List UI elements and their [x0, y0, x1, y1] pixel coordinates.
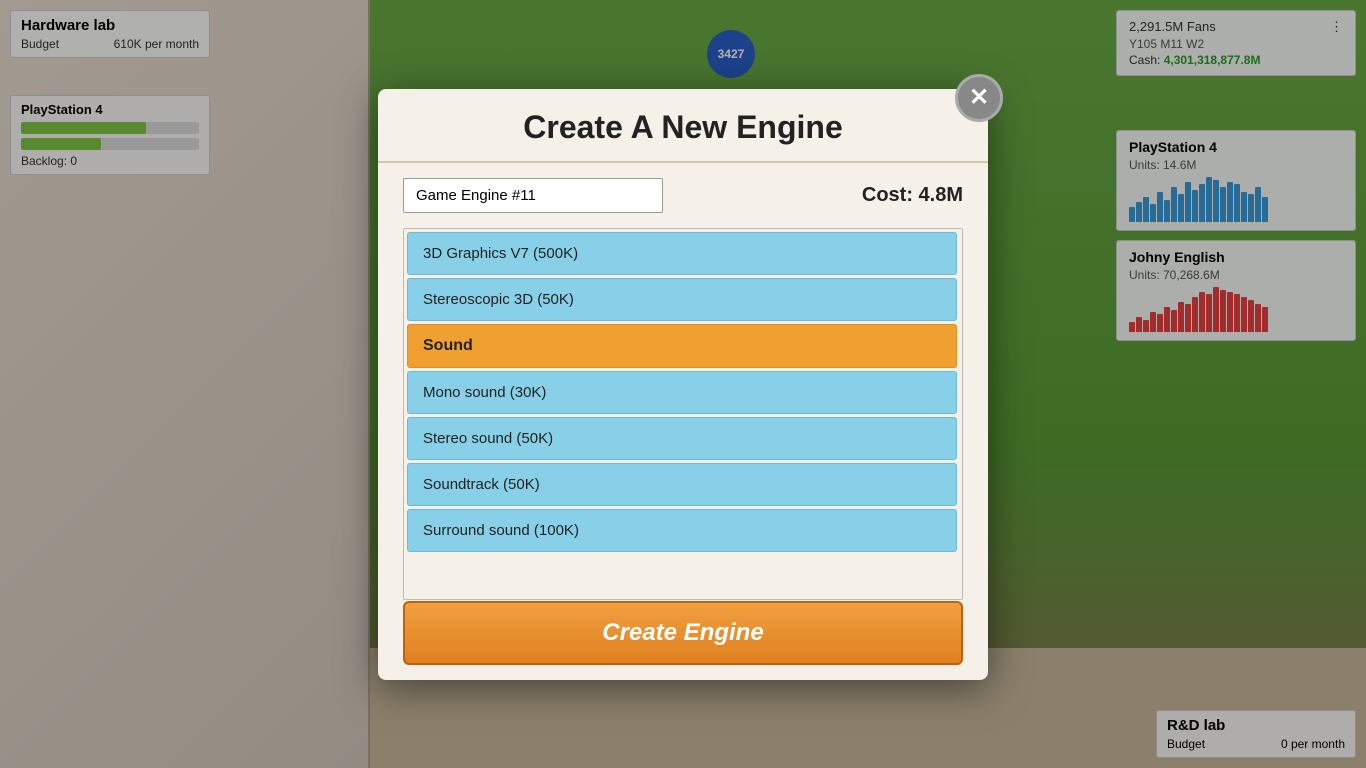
modal-header: Create A New Engine: [378, 89, 988, 163]
feature-list-container: 3D Graphics V7 (500K)Stereoscopic 3D (50…: [403, 228, 963, 600]
feature-item[interactable]: Stereoscopic 3D (50K): [407, 278, 957, 321]
modal-overlay: ✕ Create A New Engine Cost: 4.8M 3D Grap…: [0, 0, 1366, 768]
engine-name-input[interactable]: [403, 178, 663, 213]
cost-label: Cost: 4.8M: [862, 184, 963, 207]
feature-item[interactable]: Stereo sound (50K): [407, 417, 957, 460]
feature-category: Sound: [407, 324, 957, 368]
feature-item[interactable]: Mono sound (30K): [407, 371, 957, 414]
create-button-wrapper: Create Engine: [403, 601, 963, 665]
modal-subheader: Cost: 4.8M: [378, 163, 988, 228]
feature-item[interactable]: 3D Graphics V7 (500K): [407, 232, 957, 275]
feature-list-scroll[interactable]: 3D Graphics V7 (500K)Stereoscopic 3D (50…: [404, 229, 962, 599]
feature-item[interactable]: Soundtrack (50K): [407, 463, 957, 506]
create-engine-modal: ✕ Create A New Engine Cost: 4.8M 3D Grap…: [378, 89, 988, 680]
create-engine-button[interactable]: Create Engine: [403, 601, 963, 665]
modal-title: Create A New Engine: [408, 109, 958, 146]
feature-item[interactable]: Surround sound (100K): [407, 509, 957, 552]
close-button[interactable]: ✕: [955, 74, 1003, 122]
